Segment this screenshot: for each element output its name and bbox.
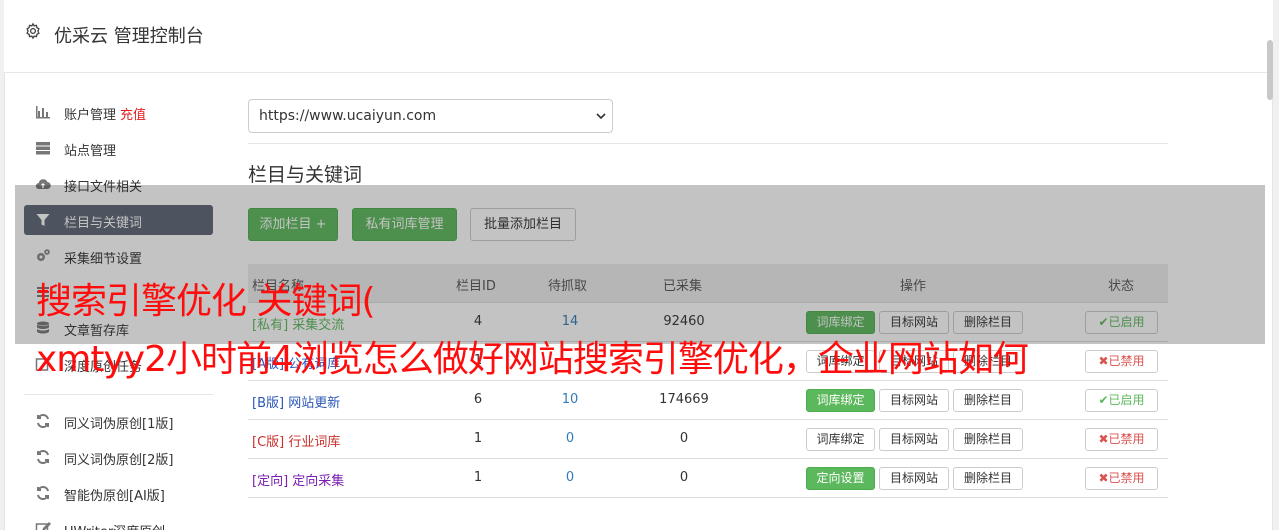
pending-count[interactable]: 0	[548, 431, 592, 446]
status-toggle[interactable]: ✔已启用	[1085, 389, 1158, 412]
sidebar-item-uwriter[interactable]: UWriter深度原创	[24, 514, 213, 530]
column-name: 行业词库	[288, 435, 341, 450]
bar-chart-icon	[35, 104, 51, 120]
column-name-cell[interactable]: [定向] 定向采集	[252, 470, 344, 489]
bind-lexicon-button[interactable]: 定向设置	[806, 467, 875, 490]
sidebar-item-label: 账户管理	[64, 108, 117, 123]
site-select-value: https://www.ucaiyun.com	[259, 108, 437, 124]
chevron-down-icon	[596, 113, 606, 120]
bind-lexicon-button[interactable]: 词库绑定	[806, 389, 875, 412]
app-title: 优采云 管理控制台	[54, 26, 204, 47]
bind-lexicon-button[interactable]: 词库绑定	[806, 428, 875, 451]
gear-icon	[26, 22, 40, 40]
pencil-icon	[35, 521, 51, 530]
delete-column-button[interactable]: 删除栏目	[953, 428, 1023, 451]
column-tag: [定向]	[252, 474, 289, 489]
refresh-icon	[35, 485, 51, 501]
sidebar-item-synonym-2[interactable]: 同义词伪原创[2版]	[24, 442, 213, 472]
sidebar-item-label: 站点管理	[64, 144, 117, 159]
column-tag: [B版]	[252, 396, 285, 411]
sidebar-item-synonym-1[interactable]: 同义词伪原创[1版]	[24, 406, 213, 436]
table-row: [定向] 定向采集 1 0 0 定向设置 目标网站 删除栏目 ✖已禁用	[248, 459, 1168, 498]
collected-count: 174669	[659, 392, 709, 407]
column-name-cell[interactable]: [B版] 网站更新	[252, 392, 340, 411]
column-name: 定向采集	[292, 474, 345, 489]
recharge-link[interactable]: 充值	[120, 108, 146, 123]
column-id: 1	[473, 431, 483, 446]
column-id: 6	[473, 392, 483, 407]
target-site-button[interactable]: 目标网站	[879, 428, 949, 451]
collected-count: 0	[679, 470, 689, 485]
site-select[interactable]: https://www.ucaiyun.com	[248, 99, 613, 133]
target-site-button[interactable]: 目标网站	[879, 467, 949, 490]
sidebar-item-account[interactable]: 账户管理 充值	[24, 97, 213, 127]
sidebar-item-label: 智能伪原创[AI版]	[64, 489, 165, 504]
refresh-icon	[35, 449, 51, 465]
delete-column-button[interactable]: 删除栏目	[953, 389, 1023, 412]
status-toggle[interactable]: ✖已禁用	[1085, 428, 1158, 451]
column-id: 1	[473, 470, 483, 485]
sidebar-item-sites[interactable]: 站点管理	[24, 133, 213, 163]
section-title: 栏目与关键词	[248, 164, 363, 186]
sidebar-item-label: UWriter深度原创	[64, 521, 165, 530]
sidebar-divider	[24, 394, 213, 395]
delete-column-button[interactable]: 删除栏目	[953, 467, 1023, 490]
divider	[248, 143, 1168, 144]
status-toggle[interactable]: ✖已禁用	[1085, 467, 1158, 490]
overlay-subline: xmtyy2小时前4浏览怎么做好网站搜索引擎优化，企业网站如何	[36, 339, 1029, 380]
status-toggle[interactable]: ✖已禁用	[1085, 350, 1158, 373]
server-icon	[35, 140, 51, 156]
app-header: 优采云 管理控制台	[4, 0, 1273, 73]
refresh-icon	[35, 413, 51, 429]
pending-count[interactable]: 0	[548, 470, 592, 485]
column-name: 网站更新	[288, 396, 341, 411]
pending-count[interactable]: 10	[548, 392, 592, 407]
table-row: [C版] 行业词库 1 0 0 词库绑定 目标网站 删除栏目 ✖已禁用	[248, 420, 1168, 459]
sidebar-item-label: 同义词伪原创[2版]	[64, 453, 174, 468]
sidebar-item-ai-original[interactable]: 智能伪原创[AI版]	[24, 478, 213, 508]
overlay-headline: 搜索引擎优化 关键词(	[36, 281, 375, 322]
column-tag: [C版]	[252, 435, 285, 450]
target-site-button[interactable]: 目标网站	[879, 389, 949, 412]
column-name-cell[interactable]: [C版] 行业词库	[252, 431, 340, 450]
table-row: [B版] 网站更新 6 10 174669 词库绑定 目标网站 删除栏目 ✔已启用	[248, 381, 1168, 420]
collected-count: 0	[679, 431, 689, 446]
sidebar-item-label: 同义词伪原创[1版]	[64, 417, 174, 432]
scrollbar[interactable]	[1267, 40, 1273, 100]
